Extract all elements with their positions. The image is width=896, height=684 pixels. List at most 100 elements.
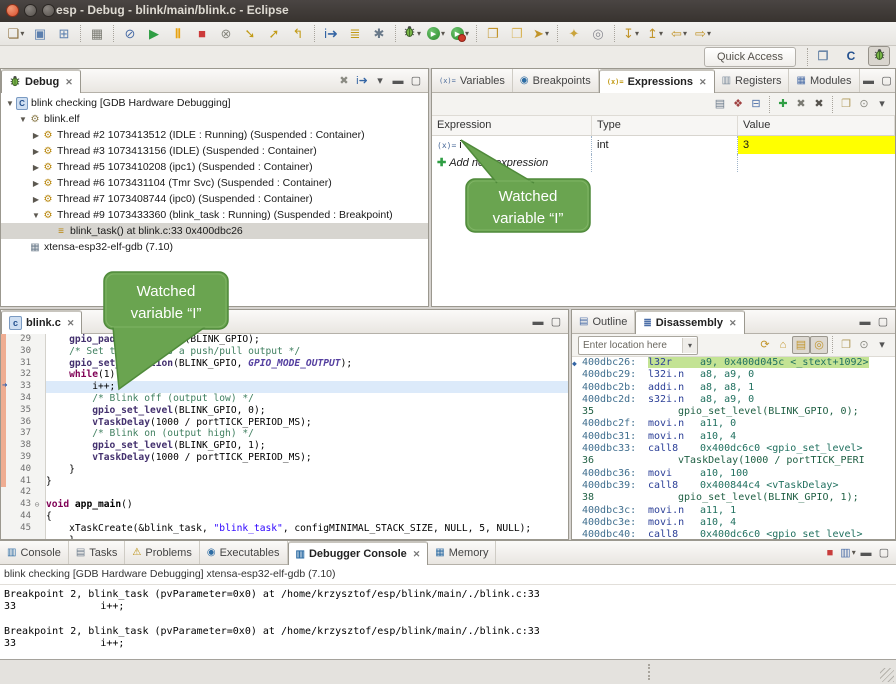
minimize-view-icon[interactable]: ▬ — [860, 72, 878, 90]
disassembly-instruction-row[interactable]: 400dbc2f:movi.na11, 0 — [572, 418, 895, 430]
show-source-button[interactable]: ▤ — [792, 336, 810, 354]
tab-variables[interactable]: (x)=Variables — [432, 69, 513, 92]
disassembly-instruction-row[interactable]: 400dbc36:movia10, 100 — [572, 468, 895, 480]
location-combo[interactable]: Enter location here ▾ — [578, 336, 698, 355]
resume-button[interactable]: ▶ — [143, 24, 165, 44]
tab-executables[interactable]: ◉Executables — [200, 541, 288, 564]
view-menu-button[interactable]: ▾ — [873, 95, 891, 113]
disassembly-instruction-row[interactable]: 400dbc2d:s32i.na8, a9, 0 — [572, 394, 895, 406]
debug-launch-button[interactable]: ▾ — [401, 24, 423, 44]
tab-tasks[interactable]: ▤Tasks — [69, 541, 126, 564]
minimize-view-button[interactable]: ▬ — [857, 544, 875, 562]
maximize-view-icon[interactable]: ▢ — [874, 313, 892, 331]
expanded-arrow-icon[interactable]: ▼ — [31, 211, 41, 220]
code-line-44[interactable]: 44{ — [1, 511, 568, 523]
maximize-view-icon[interactable]: ▢ — [878, 72, 896, 90]
step-return-button[interactable]: ↰ — [287, 24, 309, 44]
tab-outline[interactable]: ▤Outline — [572, 310, 635, 333]
close-icon[interactable]: ✕ — [413, 549, 421, 560]
remove-all-terminated-button[interactable]: ✖ — [335, 72, 353, 90]
save-button[interactable]: ▣ — [29, 24, 51, 44]
debug-tree-frame-row[interactable]: ≡blink_task() at blink.c:33 0x400dbc26 — [1, 223, 428, 239]
expanded-arrow-icon[interactable]: ▼ — [5, 99, 15, 108]
print-button[interactable]: ▦ — [86, 24, 108, 44]
debug-tree-thread-row[interactable]: ▶⚙Thread #3 1073413156 (IDLE) (Suspended… — [1, 143, 428, 159]
maximize-view-icon[interactable]: ▢ — [547, 313, 565, 331]
pin-view-button[interactable]: ⊙ — [855, 95, 873, 113]
tab-memory[interactable]: ▦Memory — [428, 541, 496, 564]
code-line-33[interactable]: 33➜ i++; — [1, 381, 568, 393]
instruction-stepping-mode-button[interactable]: i➜ — [353, 72, 371, 90]
show-type-names-button[interactable]: ▤ — [711, 95, 729, 113]
code-line-39[interactable]: 39 vTaskDelay(1000 / portTICK_PERIOD_MS)… — [1, 452, 568, 464]
close-icon[interactable]: ✕ — [729, 318, 737, 329]
show-logical-structures-button[interactable]: ❖ — [729, 95, 747, 113]
suspend-button[interactable]: Ⅱ — [167, 24, 189, 44]
new-wizard-button[interactable]: ❏▾ — [5, 24, 27, 44]
step-over-button[interactable]: ➚ — [263, 24, 285, 44]
maximize-view-button[interactable]: ▢ — [875, 544, 893, 562]
tab-disassembly[interactable]: ≣Disassembly✕ — [635, 310, 744, 334]
refresh-view-button[interactable]: ⟳ — [756, 336, 774, 354]
debug-tree-thread-row[interactable]: ▶⚙Thread #2 1073413512 (IDLE : Running) … — [1, 127, 428, 143]
close-icon[interactable]: ✕ — [699, 77, 707, 88]
expanded-arrow-icon[interactable]: ▼ — [18, 115, 28, 124]
tab-modules[interactable]: ▦Modules — [789, 69, 859, 92]
tab-debugger-console[interactable]: ▥Debugger Console✕ — [288, 541, 429, 565]
disconnect-button[interactable]: ⊗ — [215, 24, 237, 44]
tab-debug[interactable]: Debug ✕ — [1, 69, 81, 93]
disassembly-instruction-row[interactable]: 400dbc29:l32i.na8, a9, 0 — [572, 369, 895, 381]
add-expression-row[interactable]: ✚Add new expression — [432, 154, 895, 172]
minimize-view-icon[interactable]: ▬ — [529, 313, 547, 331]
search-button[interactable]: ✦ — [563, 24, 585, 44]
debug-tree-thread-row[interactable]: ▶⚙Thread #5 1073410208 (ipc1) (Suspended… — [1, 159, 428, 175]
skip-all-breakpoints-button[interactable]: ⊘ — [119, 24, 141, 44]
perspective-open-perspective[interactable]: ❐ — [812, 46, 834, 66]
forward-history-button[interactable]: ⇨▾ — [692, 24, 714, 44]
collapsed-arrow-icon[interactable]: ▶ — [31, 179, 41, 188]
console-output[interactable]: Breakpoint 2, blink_task (pvParameter=0x… — [0, 585, 896, 650]
fold-collapse-icon[interactable]: ⊖ — [31, 499, 43, 511]
code-line-31[interactable]: 31 gpio_set_direction(BLINK_GPIO, GPIO_M… — [1, 358, 568, 370]
disassembly-instruction-row[interactable]: 400dbc3e:movi.na10, 4 — [572, 517, 895, 529]
disassembly-instruction-row[interactable]: 400dbc3c:movi.na11, 1 — [572, 505, 895, 517]
disassembly-source-row[interactable]: 38gpio_set_level(BLINK_GPIO, 1); — [572, 492, 895, 504]
remove-all-expressions-button[interactable]: ✖ — [810, 95, 828, 113]
open-type-button[interactable]: ◎ — [587, 24, 609, 44]
column-value[interactable]: Value — [738, 116, 895, 135]
disassembly-instruction-row[interactable]: 400dbc2b:addi.na8, a8, 1 — [572, 382, 895, 394]
column-expression[interactable]: Expression — [432, 116, 592, 135]
back-history-button[interactable]: ⇦▾ — [668, 24, 690, 44]
status-sash-handle[interactable] — [648, 664, 650, 680]
remove-launch-button[interactable]: ■ — [821, 544, 839, 562]
disassembly-instruction-row[interactable]: 400dbc33:call80x400dc6c0 <gpio_set_level… — [572, 443, 895, 455]
expression-row[interactable]: (x)=iint3 — [432, 136, 895, 154]
launch-config-button[interactable]: ➤▾ — [530, 24, 552, 44]
open-resource-button[interactable]: ❐ — [506, 24, 528, 44]
drop-to-frame-button[interactable]: ≣ — [344, 24, 366, 44]
open-new-view-button[interactable]: ❐ — [837, 95, 855, 113]
debug-tree-thread-row[interactable]: ▶⚙Thread #7 1073408744 (ipc0) (Suspended… — [1, 191, 428, 207]
debug-tree-elf-row[interactable]: ▼⚙blink.elf — [1, 111, 428, 127]
code-line-45[interactable]: 45 xTaskCreate(&blink_task, "blink_task"… — [1, 523, 568, 535]
use-step-filters-button[interactable]: ✱ — [368, 24, 390, 44]
close-icon[interactable]: ✕ — [65, 77, 73, 88]
add-expression-button[interactable]: ✚ — [774, 95, 792, 113]
code-line-35[interactable]: 35 gpio_set_level(BLINK_GPIO, 0); — [1, 405, 568, 417]
display-selected-console-button[interactable]: ▥▾ — [839, 544, 857, 562]
disassembly-instruction-row[interactable]: ◆400dbc26:l32ra9, 0x400d045c <_stext+109… — [572, 357, 895, 369]
terminate-button[interactable]: ■ — [191, 24, 213, 44]
collapsed-arrow-icon[interactable]: ▶ — [31, 147, 41, 156]
code-line-41[interactable]: 41} — [1, 476, 568, 488]
window-minimize-button[interactable] — [24, 4, 37, 17]
collapsed-arrow-icon[interactable]: ▶ — [31, 163, 41, 172]
code-line-30[interactable]: 30 /* Set the GPIO as a push/pull output… — [1, 346, 568, 358]
disassembly-instruction-row[interactable]: 400dbc31:movi.na10, 4 — [572, 431, 895, 443]
new-c-project-button[interactable]: ❐ — [482, 24, 504, 44]
debug-tree-thread-row[interactable]: ▶⚙Thread #6 1073431104 (Tmr Svc) (Suspen… — [1, 175, 428, 191]
collapsed-arrow-icon[interactable]: ▶ — [31, 131, 41, 140]
code-editor[interactable]: 29 gpio_pad_select_gpio(BLINK_GPIO);30 /… — [1, 334, 568, 540]
maximize-view-button[interactable]: ▢ — [407, 72, 425, 90]
window-maximize-button[interactable] — [42, 4, 55, 17]
view-menu-button[interactable]: ▾ — [873, 336, 891, 354]
